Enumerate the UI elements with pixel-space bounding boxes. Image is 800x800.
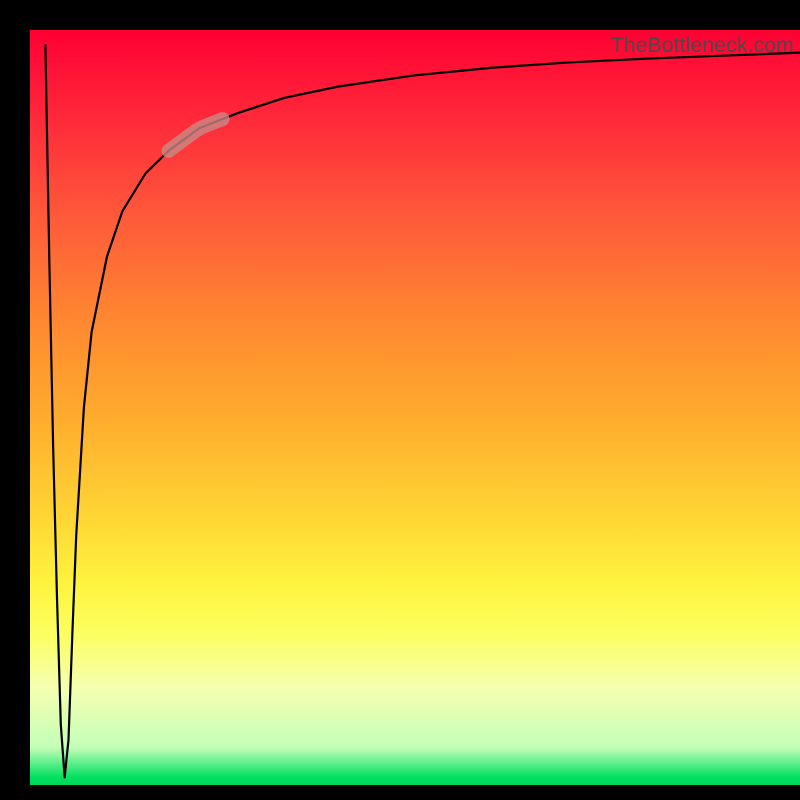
- chart-svg: [30, 30, 800, 785]
- plot-area: TheBottleneck.com: [30, 30, 800, 785]
- chart-frame: TheBottleneck.com: [0, 0, 800, 800]
- curve-marker: [169, 119, 223, 151]
- bottleneck-curve: [45, 45, 800, 777]
